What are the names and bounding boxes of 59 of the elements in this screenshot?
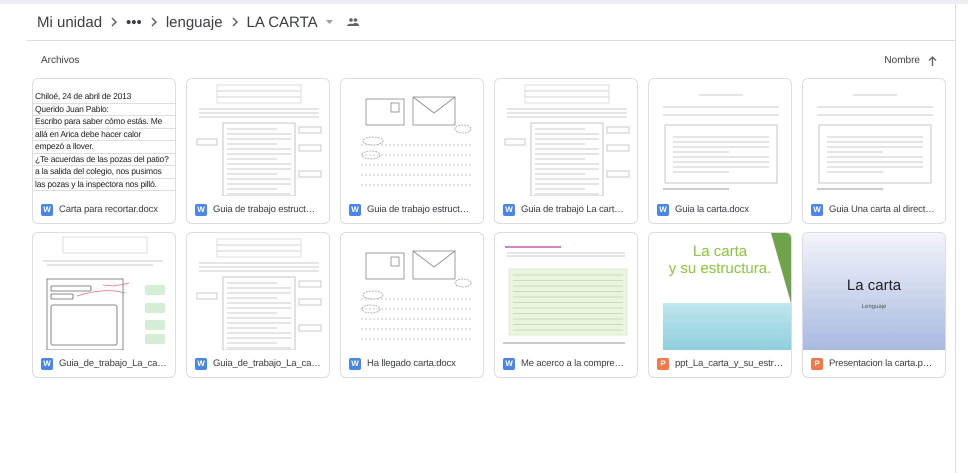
slides-file-icon: P [811,358,823,370]
file-name: Guia de trabajo estruct… [367,204,470,215]
section-label: Archivos [41,55,80,66]
slide-subtitle: y su estructura. [668,260,772,277]
file-card[interactable]: W Ha llegado carta.docx [340,232,484,378]
slides-file-icon: P [657,358,669,370]
slide-title: La carta [846,277,902,294]
letter-text-line: las pozas y la inspectora nos pilló. [33,178,175,191]
document-file-icon: W [811,204,823,216]
document-file-icon: W [503,204,515,216]
file-card[interactable]: W Guia de trabajo estruct… [340,78,484,224]
chevron-right-icon [110,17,118,27]
document-file-icon: W [657,204,669,216]
file-name: Guia la carta.docx [675,204,749,215]
file-name: Guia_de_trabajo_La_ca… [59,358,167,369]
breadcrumb-item[interactable]: Mi unidad [33,10,106,34]
breadcrumb-item[interactable]: lenguaje [162,10,227,34]
arrow-up-icon [928,56,937,66]
document-file-icon: W [195,358,207,370]
file-name: Carta para recortar.docx [59,204,158,215]
document-file-icon: W [41,204,53,216]
document-file-icon: W [503,358,515,370]
file-card[interactable]: W Guia de trabajo estruct… [186,78,330,224]
file-card[interactable]: W Guia_de_trabajo_La_ca… [186,232,330,378]
file-card[interactable]: La carta y su estructura. P ppt_La_carta_y_su_estr… [648,232,792,378]
sort-button[interactable]: Nombre [880,53,941,68]
file-name: Guia_de_trabajo_La_ca… [213,358,321,369]
letter-text-line: a la salida del colegio, nos pusimos [33,166,175,178]
file-name: Presentacion la carta.p… [829,358,932,369]
letter-text-line: ¿Te acuerdas de las pozas del patio? [33,154,175,166]
file-card[interactable] [32,78,176,224]
letter-text-line: allá en Arica debe hacer calor [33,128,175,141]
file-card[interactable]: W Guia Una carta al direct… [802,78,946,224]
document-file-icon: W [195,204,207,216]
file-name: Ha llegado carta.docx [367,358,456,369]
breadcrumb-item[interactable]: LA CARTA [242,10,322,34]
document-file-icon: W [349,358,361,370]
file-card[interactable]: W Guia la carta.docx [648,78,792,224]
document-file-icon: W [349,204,361,216]
file-name: Guia de trabajo La cart… [521,204,624,215]
chevron-right-icon [230,17,239,27]
letter-text-line: Querido Juan Pablo: [33,104,175,116]
chevron-right-icon [150,17,158,27]
file-name: Guia de trabajo estruct… [213,204,316,215]
file-card[interactable]: W Me acerco a la compre… [494,232,638,378]
document-file-icon: W [41,358,53,370]
corner-triangle-drawing [771,233,791,303]
letter-text-line: empezó a llover. [33,141,175,154]
dropdown-caret-icon[interactable] [326,20,333,24]
file-card[interactable]: W Guia de trabajo La cart… [494,78,638,224]
letter-text-line: Escribo para saber cómo estás. Me [33,116,175,128]
letter-text-line: Chiloé, 24 de abril de 2013 [33,91,175,104]
people-icon [346,18,359,26]
slide-title: La carta [692,243,748,260]
file-card[interactable]: W Guia_de_trabajo_La_ca… [32,232,176,378]
file-name: Me acerco a la compre… [521,358,624,369]
breadcrumb-item[interactable]: ••• [122,10,146,34]
file-name: Guia Una carta al direct… [829,204,935,215]
file-name: ppt_La_carta_y_su_estr… [675,358,783,369]
